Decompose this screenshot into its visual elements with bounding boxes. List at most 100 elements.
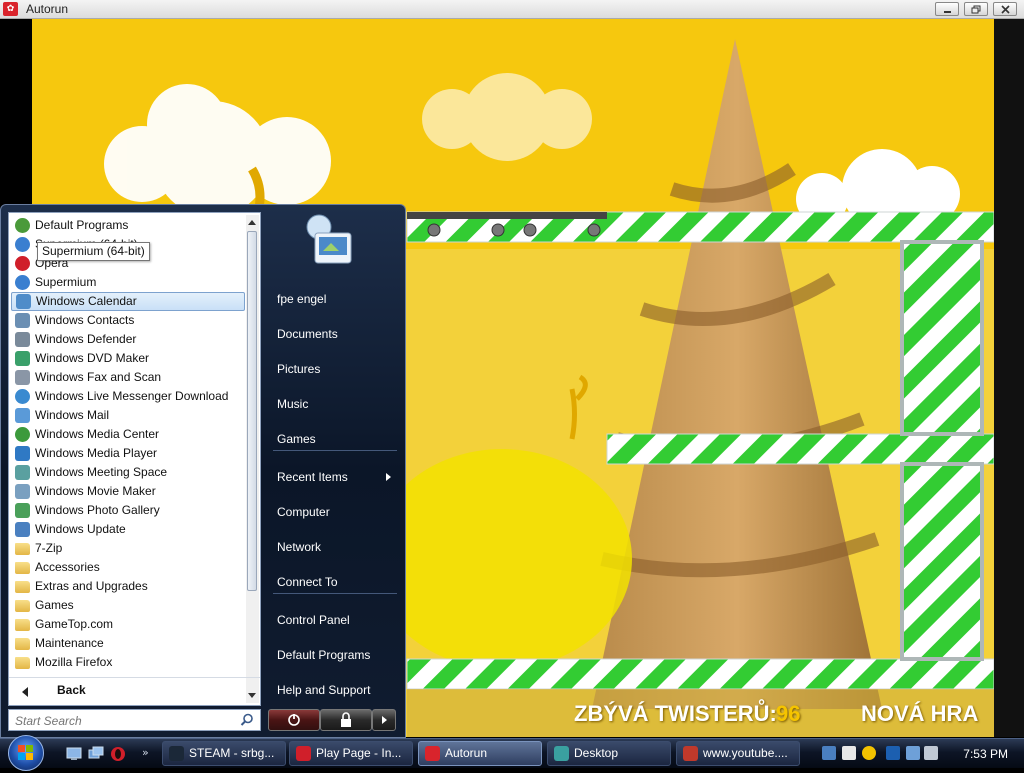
program-item[interactable]: Windows Calendar xyxy=(11,292,245,311)
program-item[interactable]: Windows Live Messenger Download xyxy=(9,387,247,406)
program-item-label: Windows Defender xyxy=(35,332,137,346)
program-item-label: Games xyxy=(35,598,74,612)
quicklaunch-overflow-icon[interactable]: » xyxy=(142,746,158,762)
shutdown-options-button[interactable] xyxy=(372,709,396,731)
start-button[interactable] xyxy=(8,735,44,771)
start-link-label: Games xyxy=(277,432,316,446)
start-link-help-and-support[interactable]: Help and Support xyxy=(269,676,399,704)
back-arrow-icon xyxy=(22,687,28,697)
program-item-label: Windows Update xyxy=(35,522,126,536)
taskbar-button[interactable]: www.youtube.... xyxy=(676,741,800,766)
program-item[interactable]: Windows Media Player xyxy=(9,444,247,463)
supermium-icon xyxy=(15,275,30,290)
start-link-label: Control Panel xyxy=(277,613,350,627)
search-icon[interactable] xyxy=(240,713,254,727)
start-link-computer[interactable]: Computer xyxy=(269,498,399,526)
tray-shield-icon[interactable] xyxy=(862,746,876,760)
program-item[interactable]: Windows Contacts xyxy=(9,311,247,330)
show-desktop-icon[interactable] xyxy=(66,746,82,762)
chevron-right-icon xyxy=(382,716,387,724)
program-item[interactable]: Windows Update xyxy=(9,520,247,539)
program-item[interactable]: Windows Movie Maker xyxy=(9,482,247,501)
system-tray: 7:53 PM xyxy=(816,741,1024,766)
defender-icon xyxy=(15,332,30,347)
switch-windows-icon[interactable] xyxy=(88,746,104,762)
program-item[interactable]: Mozilla Firefox xyxy=(9,653,247,672)
restore-button[interactable] xyxy=(964,2,988,16)
new-game-button[interactable]: NOVÁ HRA xyxy=(861,701,978,727)
minimize-button[interactable] xyxy=(935,2,959,16)
taskbar-button[interactable]: Play Page - In... xyxy=(289,741,413,766)
power-button[interactable] xyxy=(268,709,320,731)
program-item-label: 7-Zip xyxy=(35,541,63,555)
program-item-label: Windows Media Player xyxy=(35,446,158,460)
user-picture-icon[interactable] xyxy=(301,211,357,269)
start-link-label: fpe engel xyxy=(277,292,327,306)
start-link-pictures[interactable]: Pictures xyxy=(269,355,399,383)
program-item-label: Windows Live Messenger Download xyxy=(35,389,229,403)
taskbar-button-label: Desktop xyxy=(574,746,619,760)
program-item[interactable]: Accessories xyxy=(9,558,247,577)
lock-icon xyxy=(341,712,351,727)
back-button[interactable]: Back xyxy=(9,677,260,705)
taskbar-button-label: STEAM - srbg... xyxy=(189,746,275,760)
start-search-box[interactable] xyxy=(8,709,261,731)
taskbar-button[interactable]: Desktop xyxy=(547,741,671,766)
start-link-connect-to[interactable]: Connect To xyxy=(269,568,399,596)
start-link-fpe-engel[interactable]: fpe engel xyxy=(269,285,399,313)
scroll-thumb[interactable] xyxy=(247,231,257,591)
close-button[interactable] xyxy=(993,2,1017,16)
program-item-label: Windows Mail xyxy=(35,408,110,422)
start-link-games[interactable]: Games xyxy=(269,425,399,453)
program-item[interactable]: Windows Defender xyxy=(9,330,247,349)
start-link-network[interactable]: Network xyxy=(269,533,399,561)
opera-quicklaunch-icon[interactable] xyxy=(110,746,126,762)
program-item[interactable]: Windows Media Center xyxy=(9,425,247,444)
program-item[interactable]: Windows Meeting Space xyxy=(9,463,247,482)
windows-logo-icon xyxy=(18,745,33,760)
program-list-scrollbar[interactable] xyxy=(246,215,259,703)
window-title-bar[interactable]: ✿ Autorun xyxy=(0,0,1024,19)
program-item[interactable]: Supermium xyxy=(9,273,247,292)
program-item[interactable]: Windows DVD Maker xyxy=(9,349,247,368)
program-item-label: Windows Calendar xyxy=(36,294,137,308)
program-item[interactable]: Default Programs xyxy=(9,216,247,235)
tray-volume-icon[interactable] xyxy=(924,746,938,760)
program-item-label: Mozilla Firefox xyxy=(35,655,113,669)
start-link-label: Documents xyxy=(277,327,338,341)
taskbar-button-label: Autorun xyxy=(445,746,488,760)
start-search-input[interactable] xyxy=(13,712,237,730)
folder-icon xyxy=(15,600,30,612)
program-item[interactable]: GameTop.com xyxy=(9,615,247,634)
tray-monitor-icon[interactable] xyxy=(906,746,920,760)
program-item[interactable]: 7-Zip xyxy=(9,539,247,558)
folder-icon xyxy=(15,657,30,669)
start-link-documents[interactable]: Documents xyxy=(269,320,399,348)
tray-network-icon[interactable] xyxy=(822,746,836,760)
program-item[interactable]: Games xyxy=(9,596,247,615)
start-link-default-programs[interactable]: Default Programs xyxy=(269,641,399,669)
program-item[interactable]: Windows Fax and Scan xyxy=(9,368,247,387)
start-link-label: Default Programs xyxy=(277,648,371,662)
clock[interactable]: 7:53 PM xyxy=(963,747,1008,761)
start-link-label: Connect To xyxy=(277,575,338,589)
scroll-up-arrow-icon[interactable] xyxy=(248,220,256,225)
taskbar-button[interactable]: STEAM - srbg... xyxy=(162,741,286,766)
start-link-music[interactable]: Music xyxy=(269,390,399,418)
twisters-remaining-label: ZBÝVÁ TWISTERŮ: xyxy=(574,701,777,726)
tray-security-icon[interactable] xyxy=(886,746,900,760)
program-item[interactable]: Maintenance xyxy=(9,634,247,653)
start-link-control-panel[interactable]: Control Panel xyxy=(269,606,399,634)
start-link-label: Help and Support xyxy=(277,683,371,697)
program-item-label: Accessories xyxy=(35,560,100,574)
program-item[interactable]: Windows Photo Gallery xyxy=(9,501,247,520)
calendar-icon xyxy=(16,294,31,309)
lock-button[interactable] xyxy=(320,709,372,731)
window-title: Autorun xyxy=(26,2,69,16)
taskbar-button[interactable]: Autorun xyxy=(418,741,542,766)
start-link-recent-items[interactable]: Recent Items xyxy=(269,463,399,491)
program-item[interactable]: Extras and Upgrades xyxy=(9,577,247,596)
folder-icon xyxy=(15,543,30,555)
tray-steam-icon[interactable] xyxy=(842,746,856,760)
program-item[interactable]: Windows Mail xyxy=(9,406,247,425)
